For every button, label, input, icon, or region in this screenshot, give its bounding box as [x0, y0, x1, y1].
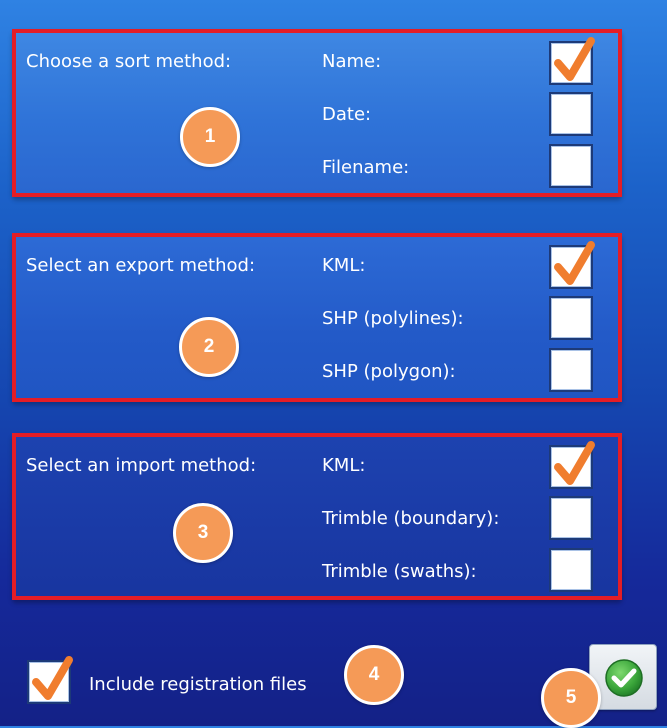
sort-option-date-label: Date: — [322, 104, 372, 125]
sort-date-checkbox[interactable] — [549, 92, 593, 136]
callout-badge: 1 — [180, 107, 240, 167]
check-mark-icon — [554, 441, 595, 485]
export-method-group: Select an export method: KML: SHP (polyl… — [0, 233, 667, 402]
sort-method-label: Choose a sort method: — [26, 51, 232, 72]
check-mark-icon — [32, 656, 73, 700]
import-kml-checkbox[interactable] — [549, 441, 595, 489]
include-registration-checkbox[interactable] — [27, 656, 73, 704]
sort-name-checkbox[interactable] — [549, 37, 595, 85]
callout-badge: 2 — [179, 317, 239, 377]
callout-badge: 4 — [344, 645, 404, 705]
import-option-kml-label: KML: — [322, 455, 366, 476]
import-method-label: Select an import method: — [26, 455, 257, 476]
callout-badge: 5 — [541, 668, 601, 728]
sort-option-name-label: Name: — [322, 51, 382, 72]
sort-filename-checkbox[interactable] — [549, 144, 593, 188]
include-registration-label: Include registration files — [89, 674, 307, 695]
import-method-group: Select an import method: KML: Trimble (b… — [0, 433, 667, 600]
import-option-trimble-boundary-label: Trimble (boundary): — [322, 508, 500, 529]
import-trimble-swaths-checkbox[interactable] — [549, 548, 593, 592]
export-option-shp-polygon-label: SHP (polygon): — [322, 361, 456, 382]
check-mark-icon — [554, 241, 595, 285]
sort-option-filename-label: Filename: — [322, 157, 410, 178]
export-option-shp-polylines-label: SHP (polylines): — [322, 308, 464, 329]
sort-method-group: Choose a sort method: Name: Date: Filena… — [0, 29, 667, 197]
green-checkmark-icon — [605, 659, 643, 697]
export-shp-polygon-checkbox[interactable] — [549, 348, 593, 392]
export-option-kml-label: KML: — [322, 255, 366, 276]
check-mark-icon — [554, 37, 595, 81]
import-option-trimble-swaths-label: Trimble (swaths): — [322, 561, 477, 582]
export-kml-checkbox[interactable] — [549, 241, 595, 289]
import-trimble-boundary-checkbox[interactable] — [549, 496, 593, 540]
export-method-label: Select an export method: — [26, 255, 256, 276]
callout-badge: 3 — [173, 503, 233, 563]
export-shp-polylines-checkbox[interactable] — [549, 296, 593, 340]
